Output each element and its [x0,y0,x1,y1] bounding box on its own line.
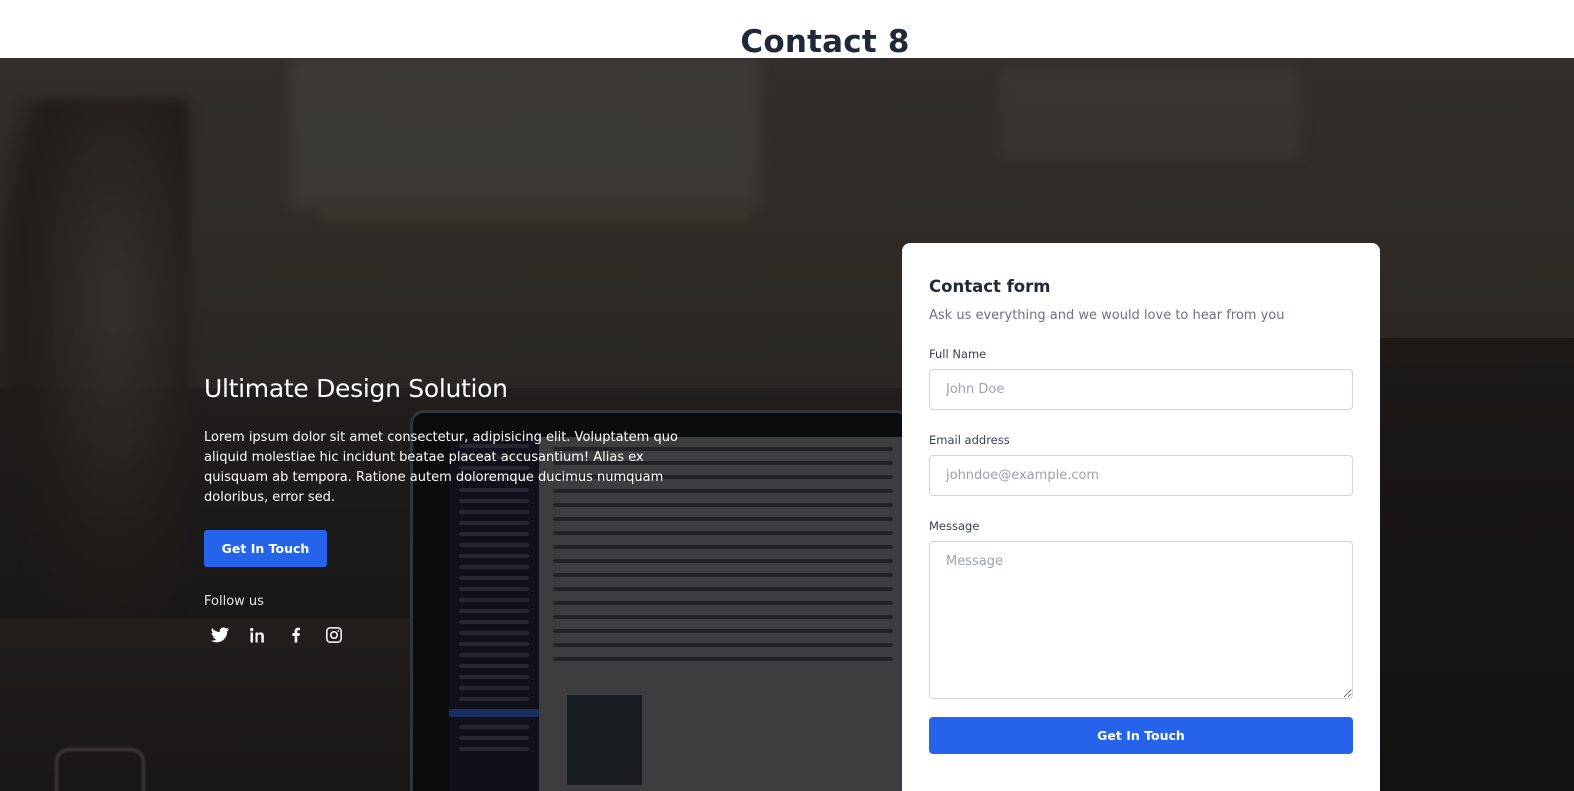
intro-title: Ultimate Design Solution [204,374,508,403]
facebook-icon[interactable] [286,625,306,645]
message-label: Message [929,519,980,533]
intro-text: Lorem ipsum dolor sit amet consectetur, … [204,430,678,505]
form-subtitle: Ask us everything and we would love to h… [929,308,1285,323]
submit-button[interactable]: Get In Touch [929,717,1353,754]
full-name-input[interactable] [929,369,1353,410]
intro-block: Ultimate Design Solution Lorem ipsum dol… [204,374,684,645]
email-label: Email address [929,433,1010,447]
follow-us-label: Follow us [204,594,264,609]
get-in-touch-button[interactable]: Get In Touch [204,530,327,567]
page-title: Contact 8 [740,24,910,60]
social-links [204,625,684,645]
message-textarea[interactable] [929,541,1353,699]
contact-form-card: Contact form Ask us everything and we wo… [902,243,1380,791]
email-input[interactable] [929,455,1353,496]
instagram-icon[interactable] [324,625,344,645]
hero-section: Ultimate Design Solution Lorem ipsum dol… [0,58,1574,791]
twitter-icon[interactable] [210,625,230,645]
page-header: Contact 8 [0,0,1574,58]
linkedin-icon[interactable] [248,625,268,645]
full-name-label: Full Name [929,347,987,361]
form-title: Contact form [929,277,1051,296]
